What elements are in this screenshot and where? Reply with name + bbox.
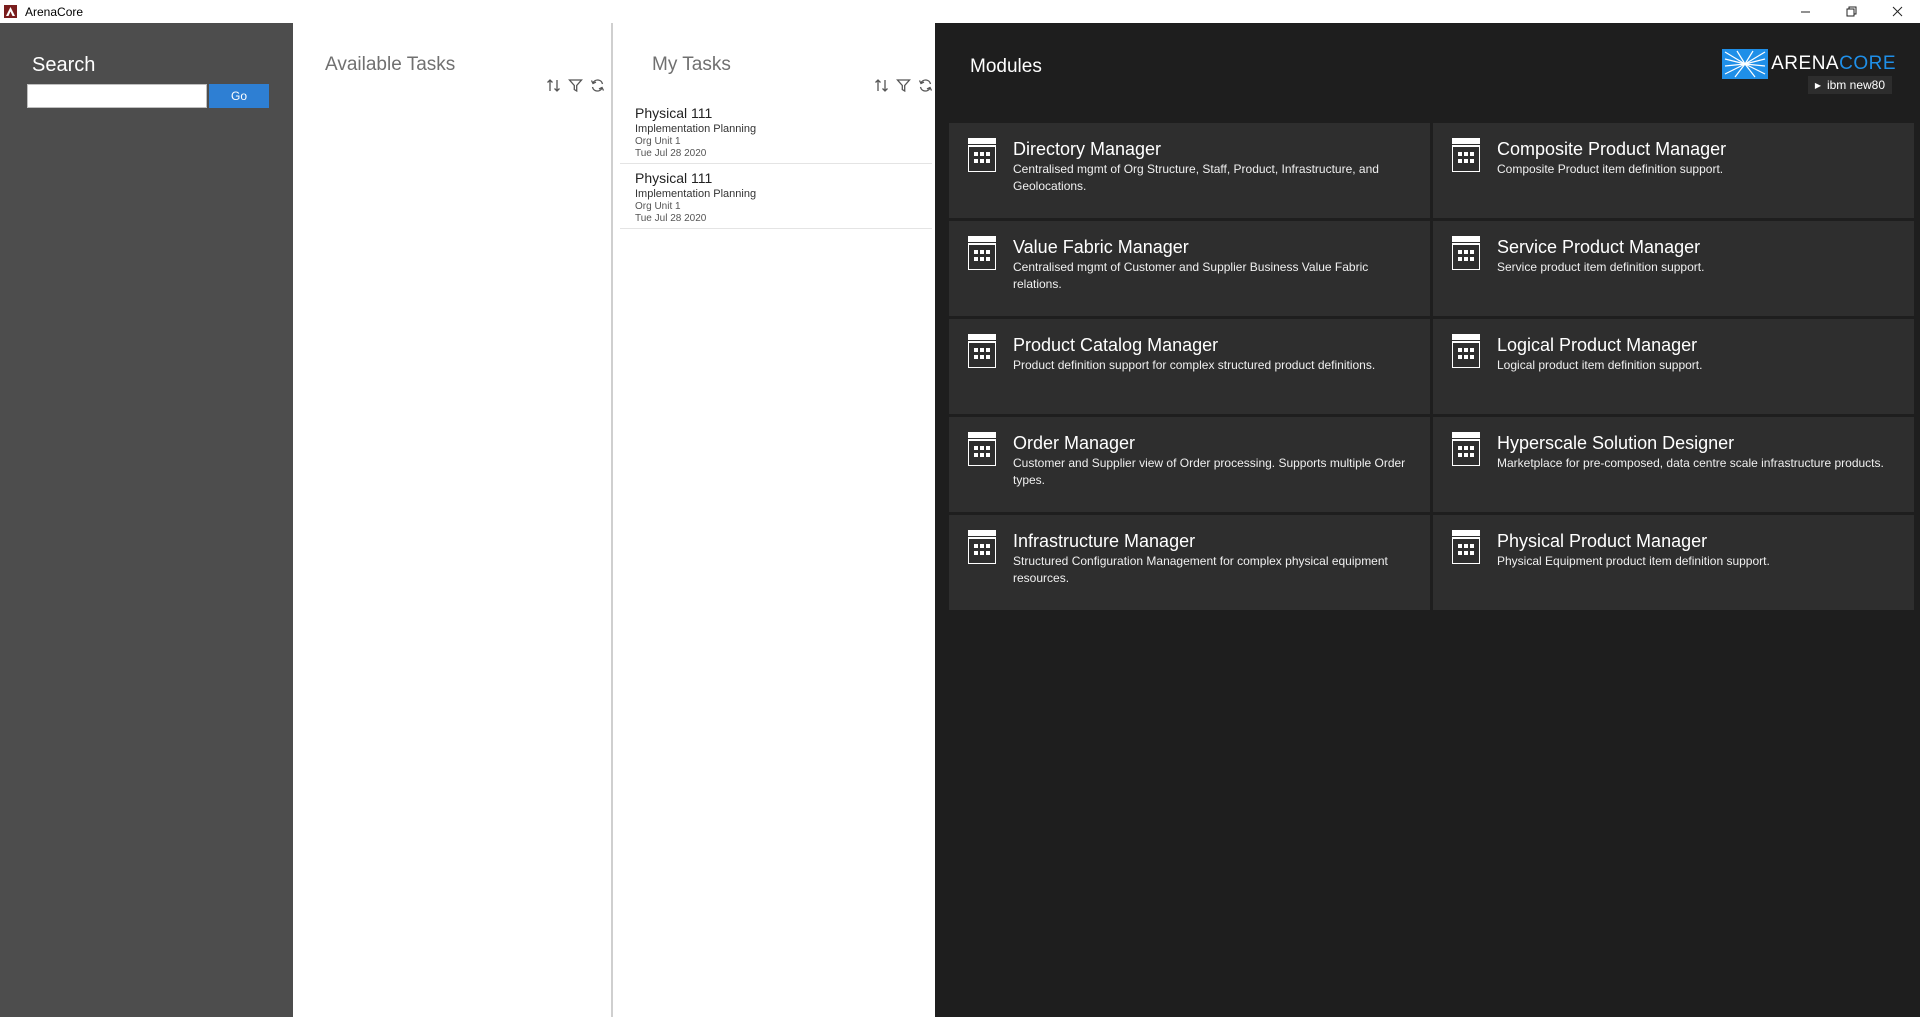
module-description: Marketplace for pre-composed, data centr… bbox=[1497, 456, 1884, 470]
sort-icon[interactable] bbox=[545, 77, 561, 93]
calendar-grid-icon bbox=[968, 530, 996, 564]
minimize-button[interactable] bbox=[1782, 0, 1828, 23]
task-org: Org Unit 1 bbox=[635, 136, 681, 147]
module-name: Service Product Manager bbox=[1497, 237, 1701, 257]
module-tile[interactable]: Order Manager Customer and Supplier view… bbox=[949, 417, 1430, 512]
calendar-grid-icon bbox=[1452, 530, 1480, 564]
minimize-icon bbox=[1800, 11, 1810, 13]
refresh-icon[interactable] bbox=[589, 77, 605, 93]
sort-icon[interactable] bbox=[873, 77, 889, 93]
app-logo-icon bbox=[4, 5, 17, 18]
calendar-grid-icon bbox=[1452, 138, 1480, 172]
module-tile[interactable]: Infrastructure Manager Structured Config… bbox=[949, 515, 1430, 610]
restore-button[interactable] bbox=[1828, 0, 1874, 23]
task-date: Tue Jul 28 2020 bbox=[635, 148, 707, 159]
close-icon bbox=[1892, 6, 1902, 17]
module-description: Centralised mgmt of Org Structure, Staff… bbox=[1013, 162, 1379, 193]
module-tile[interactable]: Hyperscale Solution Designer Marketplace… bbox=[1433, 417, 1914, 512]
restore-icon bbox=[1846, 6, 1856, 17]
window-controls bbox=[1782, 0, 1920, 23]
search-title: Search bbox=[32, 54, 96, 76]
caret-right-icon: ▶ bbox=[1814, 80, 1821, 90]
search-input[interactable] bbox=[27, 84, 207, 108]
module-name: Directory Manager bbox=[1013, 139, 1162, 159]
task-name: Physical 111 bbox=[635, 170, 713, 186]
window-title: ArenaCore bbox=[25, 4, 84, 19]
task-stage: Implementation Planning bbox=[635, 123, 757, 135]
my-tasks-panel: My Tasks Physical 111 Implementation Pla… bbox=[615, 23, 935, 1017]
module-name: Hyperscale Solution Designer bbox=[1497, 433, 1735, 453]
module-description: Composite Product item definition suppor… bbox=[1497, 162, 1724, 176]
module-name: Composite Product Manager bbox=[1497, 139, 1727, 159]
task-date: Tue Jul 28 2020 bbox=[635, 213, 707, 224]
module-tile[interactable]: Value Fabric Manager Centralised mgmt of… bbox=[949, 221, 1430, 316]
module-name: Logical Product Manager bbox=[1497, 335, 1698, 355]
my-tasks-title: My Tasks bbox=[652, 54, 731, 75]
modules-panel: Modules ARENACORE ▶ ibm new80 Directory … bbox=[935, 23, 1920, 1017]
calendar-grid-icon bbox=[1452, 236, 1480, 270]
module-name: Order Manager bbox=[1013, 433, 1136, 453]
module-name: Product Catalog Manager bbox=[1013, 335, 1219, 355]
module-description: Product definition support for complex s… bbox=[1013, 358, 1376, 372]
module-tile[interactable]: Product Catalog Manager Product definiti… bbox=[949, 319, 1430, 414]
calendar-grid-icon bbox=[1452, 334, 1480, 368]
module-tile[interactable]: Composite Product Manager Composite Prod… bbox=[1433, 123, 1914, 218]
go-button[interactable]: Go bbox=[209, 84, 269, 108]
user-menu[interactable]: ▶ ibm new80 bbox=[1807, 76, 1892, 94]
module-description: Customer and Supplier view of Order proc… bbox=[1013, 456, 1406, 487]
filter-icon[interactable] bbox=[567, 77, 583, 93]
brand-logo: ARENACORE bbox=[1722, 49, 1896, 79]
modules-title: Modules bbox=[970, 56, 1042, 77]
module-description: Logical product item definition support. bbox=[1497, 358, 1703, 372]
calendar-grid-icon bbox=[968, 334, 996, 368]
calendar-grid-icon bbox=[1452, 432, 1480, 466]
task-stage: Implementation Planning bbox=[635, 188, 757, 200]
module-description: Service product item definition support. bbox=[1497, 260, 1705, 274]
task-item[interactable]: Physical 111 Implementation Planning Org… bbox=[620, 164, 932, 229]
task-org: Org Unit 1 bbox=[635, 201, 681, 212]
task-name: Physical 111 bbox=[635, 105, 713, 121]
my-tasks-list: Physical 111 Implementation Planning Org… bbox=[620, 99, 932, 229]
filter-icon[interactable] bbox=[895, 77, 911, 93]
brand-burst-icon bbox=[1722, 49, 1769, 79]
module-description: Structured Configuration Management for … bbox=[1013, 554, 1388, 585]
calendar-grid-icon bbox=[968, 432, 996, 466]
available-tasks-toolbar bbox=[545, 77, 605, 93]
module-name: Value Fabric Manager bbox=[1013, 237, 1189, 257]
title-bar: ArenaCore bbox=[0, 0, 1920, 23]
module-tile[interactable]: Directory Manager Centralised mgmt of Or… bbox=[949, 123, 1430, 218]
task-item[interactable]: Physical 111 Implementation Planning Org… bbox=[620, 99, 932, 164]
available-tasks-panel: Available Tasks bbox=[293, 23, 613, 1017]
module-tile[interactable]: Logical Product Manager Logical product … bbox=[1433, 319, 1914, 414]
module-tile[interactable]: Service Product Manager Service product … bbox=[1433, 221, 1914, 316]
close-button[interactable] bbox=[1874, 0, 1920, 23]
user-name: ibm new80 bbox=[1826, 78, 1885, 92]
brand-name: ARENACORE bbox=[1771, 53, 1896, 74]
module-description: Physical Equipment product item definiti… bbox=[1497, 554, 1770, 568]
module-name: Physical Product Manager bbox=[1497, 531, 1708, 551]
calendar-grid-icon bbox=[968, 236, 996, 270]
search-panel: Search Go bbox=[0, 23, 293, 1017]
module-tile[interactable]: Physical Product Manager Physical Equipm… bbox=[1433, 515, 1914, 610]
available-tasks-title: Available Tasks bbox=[325, 54, 456, 75]
refresh-icon[interactable] bbox=[917, 77, 933, 93]
modules-grid: Directory Manager Centralised mgmt of Or… bbox=[949, 123, 1914, 610]
module-name: Infrastructure Manager bbox=[1013, 531, 1196, 551]
my-tasks-toolbar bbox=[873, 77, 933, 93]
module-description: Centralised mgmt of Customer and Supplie… bbox=[1013, 260, 1369, 291]
calendar-grid-icon bbox=[968, 138, 996, 172]
